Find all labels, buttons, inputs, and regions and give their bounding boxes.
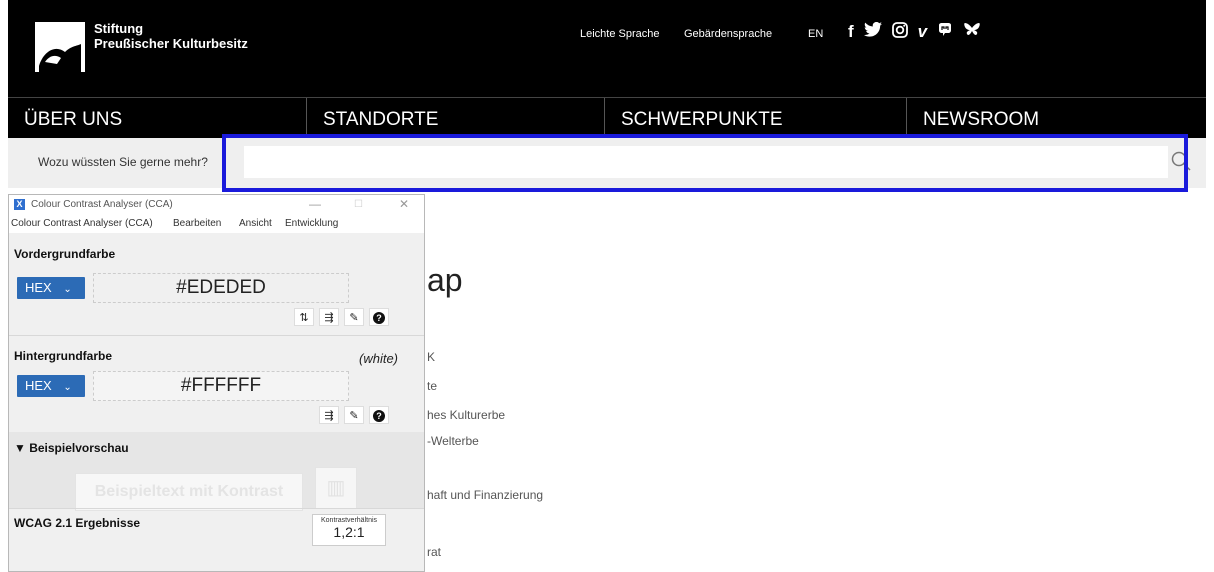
cca-app-icon: X <box>14 199 25 210</box>
eyedropper-icon[interactable]: ✎ <box>344 406 364 424</box>
maximize-button[interactable]: ☐ <box>354 199 363 210</box>
main-nav: ÜBER UNS STANDORTE SCHWERPUNKTE NEWSROOM <box>8 97 1206 139</box>
minimize-button[interactable]: — <box>309 197 321 211</box>
sample-text-preview: Beispieltext mit Kontrast <box>75 473 303 511</box>
org-name-line2: Preußischer Kulturbesitz <box>94 36 248 51</box>
cca-window-title: Colour Contrast Analyser (CCA) <box>31 199 173 210</box>
cca-titlebar[interactable]: X Colour Contrast Analyser (CCA) — ☐ ✕ <box>9 195 424 215</box>
list-item[interactable]: te <box>427 379 437 393</box>
spk-logo[interactable] <box>35 22 85 72</box>
adjust-sliders-icon[interactable]: ⇶ <box>319 308 339 326</box>
divider <box>9 335 424 336</box>
divider <box>9 508 424 509</box>
list-item[interactable]: rat <box>427 545 441 559</box>
list-item[interactable]: -Welterbe <box>427 434 479 448</box>
help-icon[interactable]: ? <box>369 406 389 424</box>
org-name-line1: Stiftung <box>94 21 144 36</box>
frame-edge <box>0 0 8 572</box>
chevron-down-icon: ⌄ <box>63 382 72 393</box>
focus-highlight-box <box>222 134 1188 192</box>
background-label: Hintergrundfarbe <box>14 349 113 363</box>
foreground-label: Vordergrundfarbe <box>14 247 116 261</box>
close-button[interactable]: ✕ <box>399 197 409 211</box>
chevron-down-icon: ⌄ <box>63 284 72 295</box>
org-name[interactable]: Stiftung Preußischer Kulturbesitz <box>94 21 248 51</box>
menu-item-ansicht[interactable]: Ansicht <box>239 218 272 229</box>
background-color-name: (white) <box>359 351 399 366</box>
menu-item-bearbeiten[interactable]: Bearbeiten <box>173 218 221 229</box>
list-item[interactable]: K <box>427 350 435 364</box>
nav-item-standorte[interactable]: STANDORTE <box>306 98 604 139</box>
cca-menubar: Colour Contrast Analyser (CCA) Bearbeite… <box>9 215 424 233</box>
contrast-ratio-label: Kontrastverhältnis <box>320 517 378 524</box>
search-label: Wozu wüssten Sie gerne mehr? <box>38 155 208 169</box>
nav-item-ueber-uns[interactable]: ÜBER UNS <box>8 98 306 139</box>
foreground-format-select[interactable]: HEX ⌄ <box>17 277 85 299</box>
nav-item-newsroom[interactable]: NEWSROOM <box>906 98 1206 139</box>
foreground-hex-input[interactable]: #EDEDED <box>93 273 349 303</box>
list-item[interactable]: hes Kulturerbe <box>427 408 505 422</box>
eyedropper-icon[interactable]: ✎ <box>344 308 364 326</box>
adjust-sliders-icon[interactable]: ⇶ <box>319 406 339 424</box>
background-hex-input[interactable]: #FFFFFF <box>93 371 349 401</box>
contrast-ratio-value: 1,2:1 <box>333 524 365 540</box>
list-item[interactable]: haft und Finanzierung <box>427 488 543 502</box>
sample-image-icon: ▥ <box>315 467 357 509</box>
preview-toggle[interactable]: ▼ Beispielvorschau <box>14 441 129 455</box>
site-header: Stiftung Preußischer Kulturbesitz <box>8 0 1206 97</box>
help-icon[interactable]: ? <box>369 308 389 326</box>
menu-item-entwicklung[interactable]: Entwicklung <box>285 218 338 229</box>
page-title: ap <box>427 262 463 298</box>
wcag-results-label: WCAG 2.1 Ergebnisse <box>14 516 141 530</box>
cca-window: X Colour Contrast Analyser (CCA) — ☐ ✕ C… <box>8 194 425 572</box>
background-format-select[interactable]: HEX ⌄ <box>17 375 85 397</box>
nav-item-schwerpunkte[interactable]: SCHWERPUNKTE <box>604 98 906 139</box>
contrast-ratio-display: Kontrastverhältnis 1,2:1 <box>312 514 386 546</box>
swap-colors-icon[interactable]: ⇅ <box>294 308 314 326</box>
menu-item-cca[interactable]: Colour Contrast Analyser (CCA) <box>11 218 153 229</box>
foreground-format-value: HEX <box>25 280 52 295</box>
background-format-value: HEX <box>25 378 52 393</box>
